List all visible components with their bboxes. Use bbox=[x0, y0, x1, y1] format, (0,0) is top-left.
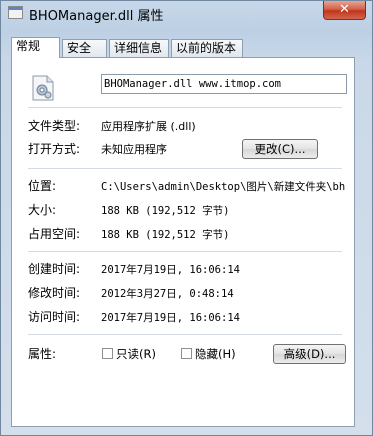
divider bbox=[28, 251, 342, 252]
close-button[interactable]: ✕ bbox=[323, 1, 366, 20]
size-on-disk-label: 占用空间: bbox=[28, 227, 81, 241]
properties-window: BHOManager.dll 属性 ✕ 常规 安全 详细信息 以前的版本 BHO… bbox=[0, 0, 373, 436]
divider bbox=[28, 107, 342, 108]
open-with-label: 打开方式: bbox=[28, 142, 81, 156]
hidden-label[interactable]: 隐藏(H) bbox=[195, 346, 236, 362]
created-value: 2017年7月19日, 16:06:14 bbox=[101, 264, 240, 276]
tab-previous-versions[interactable]: 以前的版本 bbox=[171, 39, 243, 57]
divider bbox=[28, 334, 342, 335]
file-type-value: 应用程序扩展 (.dll) bbox=[101, 120, 196, 133]
title-bar[interactable]: BHOManager.dll 属性 ✕ bbox=[1, 1, 372, 27]
size-label: 大小: bbox=[28, 203, 57, 217]
change-button[interactable]: 更改(C)... bbox=[242, 139, 318, 159]
size-on-disk-value: 188 KB (192,512 字节) bbox=[101, 229, 230, 241]
dll-file-icon bbox=[32, 75, 54, 101]
hidden-checkbox[interactable] bbox=[181, 348, 192, 359]
general-panel: BHOManager.dll www.itmop.com 文件类型: 应用程序扩… bbox=[11, 57, 355, 427]
window-app-icon bbox=[8, 6, 23, 19]
readonly-label[interactable]: 只读(R) bbox=[116, 346, 156, 362]
tab-strip: 常规 安全 详细信息 以前的版本 bbox=[11, 37, 362, 58]
window-title: BHOManager.dll 属性 bbox=[29, 9, 164, 24]
advanced-button[interactable]: 高级(D)... bbox=[273, 344, 346, 364]
location-value: C:\Users\admin\Desktop\图片\新建文件夹\bh bbox=[101, 181, 346, 193]
tab-security[interactable]: 安全 bbox=[62, 39, 107, 57]
tab-details[interactable]: 详细信息 bbox=[109, 39, 169, 57]
readonly-checkbox[interactable] bbox=[102, 348, 113, 359]
accessed-value: 2017年7月19日, 16:06:14 bbox=[101, 312, 240, 324]
modified-label: 修改时间: bbox=[28, 286, 81, 300]
created-label: 创建时间: bbox=[28, 262, 81, 276]
close-icon: ✕ bbox=[339, 2, 350, 17]
open-with-value: 未知应用程序 bbox=[101, 143, 167, 156]
divider bbox=[28, 168, 342, 169]
size-value: 188 KB (192,512 字节) bbox=[101, 205, 230, 217]
tab-general[interactable]: 常规 bbox=[11, 37, 60, 58]
file-name-input[interactable]: BHOManager.dll www.itmop.com bbox=[101, 74, 347, 94]
accessed-label: 访问时间: bbox=[28, 310, 81, 324]
attributes-label: 属性: bbox=[28, 347, 57, 361]
modified-value: 2012年3月27日, 0:48:14 bbox=[101, 288, 234, 300]
file-type-label: 文件类型: bbox=[28, 119, 81, 133]
location-label: 位置: bbox=[28, 179, 57, 193]
